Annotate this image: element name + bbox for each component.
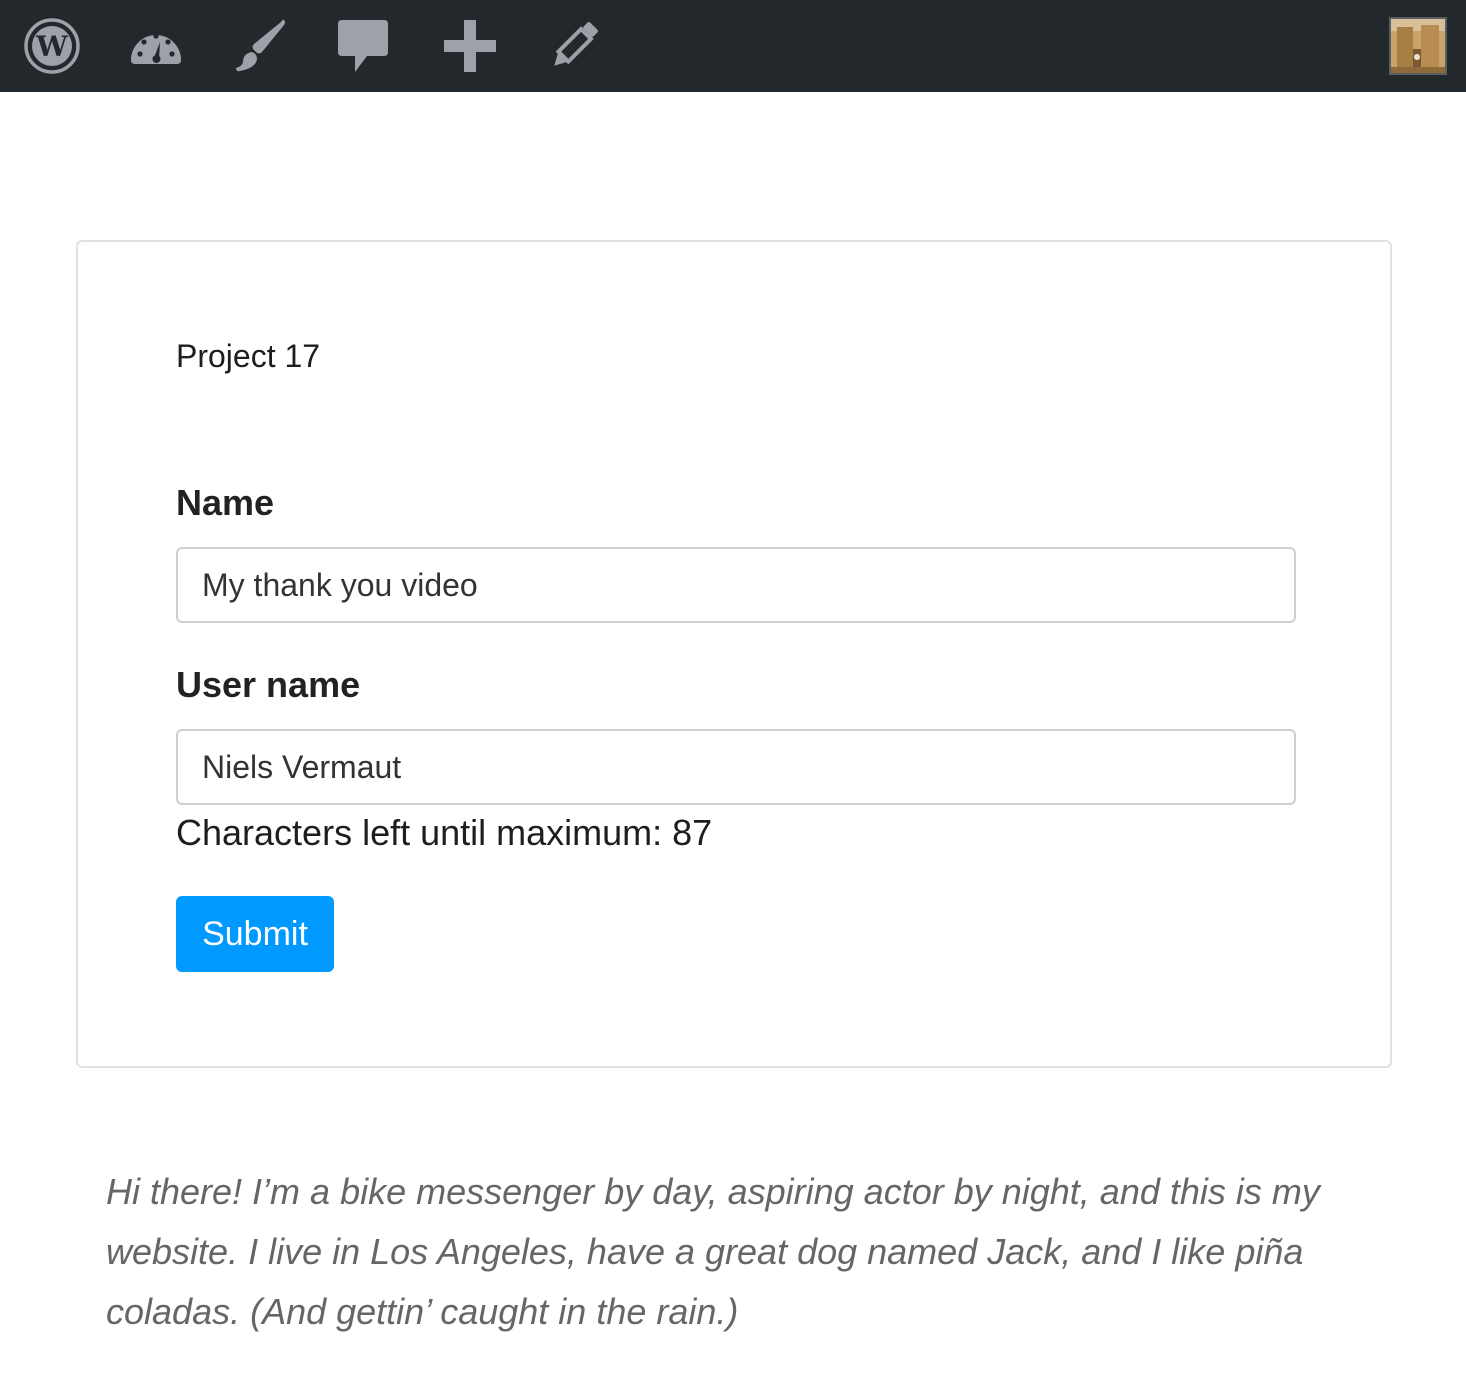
edit-pencil-icon[interactable] xyxy=(544,16,604,76)
name-label: Name xyxy=(176,482,275,523)
user-avatar[interactable] xyxy=(1389,17,1447,75)
characters-left-counter: Characters left until maximum: 87 xyxy=(176,812,713,853)
svg-text:W: W xyxy=(35,30,68,63)
name-input[interactable] xyxy=(176,547,1296,623)
username-label: User name xyxy=(176,664,361,705)
new-content-plus-icon[interactable] xyxy=(440,16,500,76)
submit-button[interactable]: Submit xyxy=(176,896,334,972)
customize-brush-icon[interactable] xyxy=(230,16,290,76)
comments-icon[interactable] xyxy=(333,16,393,76)
author-bio: Hi there! I’m a bike messenger by day, a… xyxy=(106,1171,1320,1332)
wordpress-icon[interactable]: W xyxy=(22,16,82,76)
form-card: Project 17 Name User name Characters lef… xyxy=(76,240,1392,1068)
admin-bar: W xyxy=(0,0,1466,92)
project-title: Project 17 xyxy=(176,338,321,374)
username-input[interactable] xyxy=(176,729,1296,805)
dashboard-icon[interactable] xyxy=(126,16,186,76)
